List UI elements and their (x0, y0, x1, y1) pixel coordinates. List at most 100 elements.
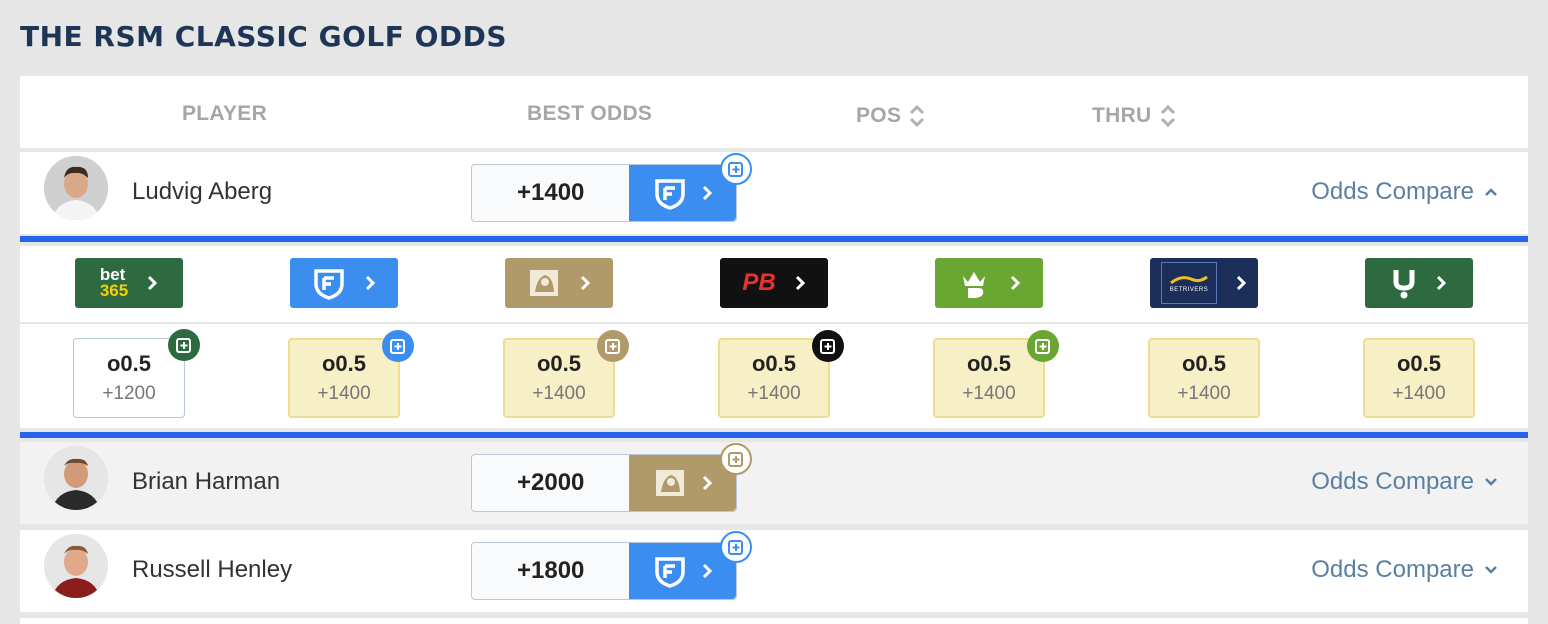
chevron-right-icon (795, 275, 805, 291)
column-header-best-odds-label: BEST ODDS (527, 102, 653, 125)
table-row: Russell Henley +1800 Odds Compare (20, 530, 1528, 612)
odds-compare-label: Odds Compare (1311, 178, 1474, 205)
add-bet-icon[interactable] (720, 443, 752, 475)
betmgm-lion-icon (655, 470, 684, 496)
sportsbook-bet365-button[interactable]: bet 365 (75, 258, 183, 308)
chevron-down-icon (1485, 478, 1497, 486)
odds-compare-panel: bet 365 PB BETRIVERS o0.5 +1200 o0.5 +14… (20, 236, 1528, 438)
best-odds-value: +2000 (472, 455, 630, 511)
column-header-thru-label: THRU (1092, 104, 1152, 127)
odds-price: +1400 (962, 383, 1016, 404)
odds-price: +1400 (317, 383, 371, 404)
chevron-up-icon (1485, 188, 1497, 196)
odds-line: o0.5 (1181, 351, 1227, 376)
sort-icon[interactable] (909, 102, 925, 130)
add-bet-icon[interactable] (597, 330, 629, 362)
fanduel-shield-icon (654, 179, 685, 210)
chevron-right-icon (702, 563, 712, 579)
odds-cell-fanduel[interactable]: o0.5 +1400 (288, 330, 414, 418)
table-row (20, 618, 1528, 624)
odds-line: o0.5 (966, 351, 1012, 376)
column-header-player: PLAYER (182, 102, 267, 126)
sportsbook-row: bet 365 PB BETRIVERS (20, 246, 1528, 322)
add-bet-icon[interactable] (720, 153, 752, 185)
odds-price: +1200 (102, 383, 156, 404)
chevron-right-icon (148, 275, 158, 291)
player-name[interactable]: Russell Henley (132, 556, 292, 584)
odds-compare-label: Odds Compare (1311, 468, 1474, 495)
avatar (44, 446, 108, 510)
odds-price: +1400 (1392, 383, 1446, 404)
add-bet-icon[interactable] (720, 531, 752, 563)
odds-price: +1400 (747, 383, 801, 404)
odds-line: o0.5 (536, 351, 582, 376)
chevron-right-icon (1010, 275, 1021, 291)
add-bet-icon[interactable] (382, 330, 414, 362)
chevron-right-icon (580, 275, 591, 291)
table-row: Ludvig Aberg +1400 Odds Compare (20, 152, 1528, 234)
table-row: Brian Harman +2000 Odds Compare (20, 442, 1528, 524)
betrivers-logo-text: BETRIVERS (1169, 287, 1209, 293)
sportsbook-draftkings-button[interactable] (935, 258, 1043, 308)
best-odds-button[interactable]: +1800 (471, 531, 752, 600)
sportsbook-unibet-button[interactable] (1365, 258, 1473, 308)
odds-cell-unibet[interactable]: o0.5 +1400 (1363, 338, 1475, 418)
betrivers-wave-icon (1170, 275, 1208, 285)
odds-cell-betmgm[interactable]: o0.5 +1400 (503, 330, 629, 418)
odds-compare-toggle[interactable]: Odds Compare (1311, 468, 1498, 496)
avatar (44, 156, 108, 220)
divider (20, 236, 1528, 242)
bet365-logo: bet 365 (99, 266, 129, 300)
column-header-thru[interactable]: THRU (1092, 102, 1176, 130)
column-header-player-label: PLAYER (182, 102, 268, 125)
best-odds-value: +1800 (472, 543, 630, 599)
odds-line: o0.5 (106, 351, 152, 376)
chevron-right-icon (1436, 275, 1447, 291)
draftkings-crown-icon (963, 272, 985, 298)
page-title: THE RSM CLASSIC GOLF ODDS (20, 20, 508, 53)
unibet-logo-icon (1393, 270, 1415, 299)
player-name[interactable]: Ludvig Aberg (132, 178, 272, 206)
add-bet-icon[interactable] (812, 330, 844, 362)
chevron-right-icon (365, 275, 376, 291)
sportsbook-pointsbet-button[interactable]: PB (720, 258, 828, 308)
betrivers-logo: BETRIVERS (1161, 262, 1217, 304)
sportsbook-betrivers-button[interactable]: BETRIVERS (1150, 258, 1258, 308)
odds-cell-draftkings[interactable]: o0.5 +1400 (933, 330, 1059, 418)
divider (20, 432, 1528, 438)
odds-price: +1400 (1177, 383, 1231, 404)
best-odds-value: +1400 (472, 165, 630, 221)
avatar (44, 534, 108, 598)
chevron-down-icon (1485, 566, 1497, 574)
odds-cell-bet365[interactable]: o0.5 +1200 (73, 329, 200, 418)
best-odds-button[interactable]: +1400 (471, 153, 752, 222)
bet365-logo-line2: 365 (99, 281, 129, 300)
odds-line: o0.5 (321, 351, 367, 376)
odds-price: +1400 (532, 383, 586, 404)
column-header-pos[interactable]: POS (856, 102, 925, 130)
chevron-right-icon (702, 185, 712, 201)
odds-cell-pointsbet[interactable]: o0.5 +1400 (718, 330, 844, 418)
add-bet-icon[interactable] (1027, 330, 1059, 362)
odds-line: o0.5 (1396, 351, 1442, 376)
fanduel-shield-icon (654, 557, 685, 588)
column-header-pos-label: POS (856, 104, 902, 127)
odds-compare-toggle[interactable]: Odds Compare (1311, 556, 1498, 584)
pointsbet-logo: PB (742, 269, 776, 296)
sportsbook-fanduel-button[interactable] (290, 258, 398, 308)
odds-line: o0.5 (751, 351, 797, 376)
odds-cell-betrivers[interactable]: o0.5 +1400 (1148, 338, 1260, 418)
odds-row: o0.5 +1200 o0.5 +1400 o0.5 +1400 o0.5 +1… (20, 324, 1528, 428)
odds-compare-toggle[interactable]: Odds Compare (1311, 178, 1498, 206)
fanduel-shield-icon (314, 269, 344, 300)
best-odds-button[interactable]: +2000 (471, 443, 752, 512)
chevron-right-icon (1236, 275, 1247, 291)
player-name[interactable]: Brian Harman (132, 468, 280, 496)
add-bet-icon[interactable] (168, 329, 200, 361)
sort-icon[interactable] (1160, 102, 1176, 130)
table-header: PLAYER BEST ODDS POS THRU (20, 76, 1528, 150)
chevron-right-icon (702, 475, 712, 491)
column-header-best-odds: BEST ODDS (527, 102, 652, 126)
sportsbook-betmgm-button[interactable] (505, 258, 613, 308)
betmgm-lion-icon (530, 270, 558, 296)
